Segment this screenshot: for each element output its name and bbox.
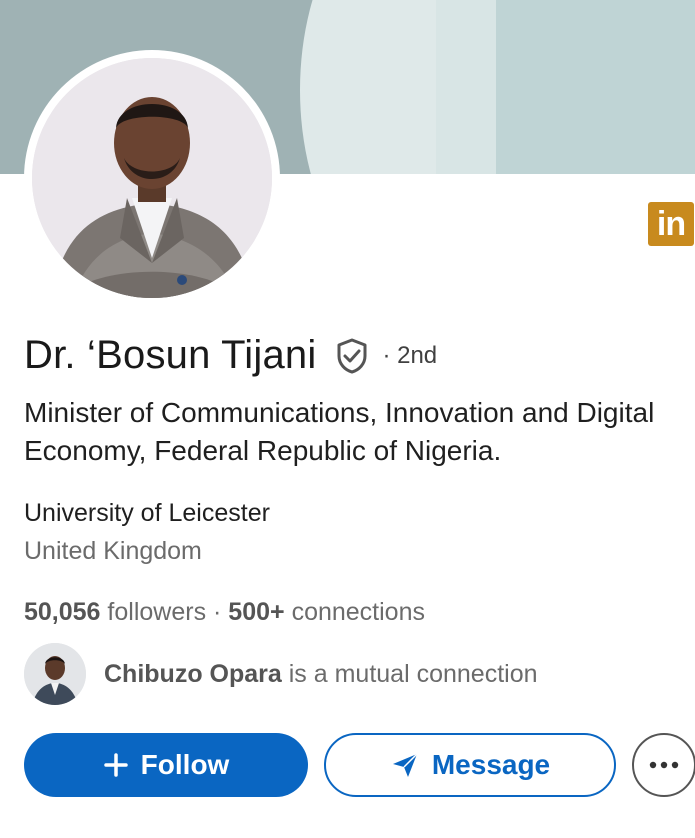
mutual-connection-label: is a mutual connection [288,659,538,688]
message-button-label: Message [431,749,551,780]
shield-check-icon[interactable] [332,336,372,376]
mutual-connection-text: Chibuzo Opara is a mutual connection [104,660,538,689]
banner-band-shape [436,0,496,174]
message-button[interactable]: Message [324,733,616,797]
profile-avatar[interactable] [24,50,280,306]
profile-stats: 50,056 followers · 500+ connections [24,598,425,627]
mutual-connection-name[interactable]: Chibuzo Opara [104,660,282,688]
profile-school[interactable]: University of Leicester [24,499,270,528]
connection-degree: · 2nd [382,341,438,369]
banner-right-panel [496,0,695,174]
profile-headline: Minister of Communications, Innovation a… [24,397,655,466]
connections-count[interactable]: 500+ [228,598,284,626]
plus-icon [103,752,129,778]
followers-count: 50,056 [24,598,101,626]
linkedin-logo-icon: in [648,202,694,246]
connections-label[interactable]: connections [292,598,425,626]
follow-button-label: Follow [140,749,230,780]
profile-name: Dr. ‘Bosun Tijani [24,333,317,377]
mutual-connection[interactable]: Chibuzo Opara is a mutual connection [24,643,538,705]
followers-label: followers [107,598,207,626]
profile-location: United Kingdom [24,537,202,565]
more-horizontal-icon [649,756,679,774]
profile-photo [32,58,272,298]
stats-separator: · [206,598,229,626]
follow-button[interactable]: Follow [24,733,308,797]
more-options-button[interactable] [632,733,695,797]
send-icon [390,750,420,780]
mutual-avatar[interactable] [24,643,86,705]
profile-name-row: Dr. ‘Bosun Tijani · 2nd [24,333,437,378]
